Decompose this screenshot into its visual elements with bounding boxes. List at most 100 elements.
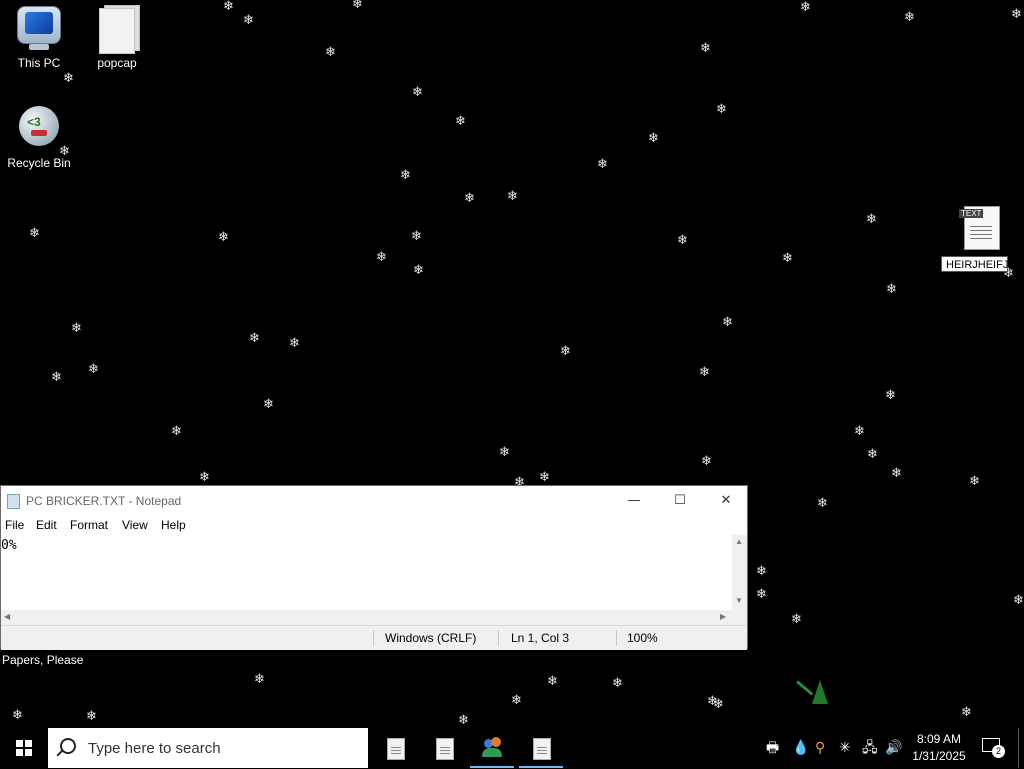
scroll-left-icon[interactable]: ◀ [4,612,10,621]
scroll-down-icon[interactable]: ▼ [735,596,743,605]
snowflake-icon: ❄ [511,693,522,708]
desktop-icon-recycle-bin[interactable]: <3 Recycle Bin [0,104,78,170]
taskbar-app-notepad[interactable] [517,728,565,768]
search-tool-icon[interactable]: ⚲ [815,739,825,757]
snowflake-icon: ❄ [756,564,767,579]
snowflake-icon: ❄ [961,705,972,720]
people-icon [482,737,502,757]
snowflake-icon: ❄ [289,336,300,351]
notification-center-button[interactable]: 2 [982,738,1005,758]
scroll-right-icon[interactable]: ▶ [720,612,726,621]
snowflake-icon: ❄ [199,470,210,485]
snowflake-icon: ❄ [699,365,710,380]
windows-logo-icon [16,740,32,756]
network-icon[interactable]: 🖧 [862,739,878,757]
snowflake-icon: ❄ [507,189,518,204]
snowflake-icon: ❄ [800,0,811,15]
snowflake-icon: ❄ [904,10,915,25]
snowflake-icon: ❄ [376,250,387,265]
snowflake-icon: ❄ [412,85,423,100]
snowflake-icon: ❄ [243,13,254,28]
snowflake-icon: ❄ [455,114,466,129]
desktop-icon-text-file[interactable]: TEXT [952,206,1012,250]
snowflake-icon: ❄ [756,587,767,602]
title-bar[interactable]: PC BRICKER.TXT - Notepad — ☐ ✕ [1,486,747,515]
notepad-icon [533,738,551,760]
folder-icon [93,4,141,54]
christmas-tree-icon [812,680,828,704]
snowflake-icon: ❄ [171,424,182,439]
snowflake-icon: ❄ [223,0,234,14]
snowflake-icon: ❄ [867,447,878,462]
status-bar: Windows (CRLF) Ln 1, Col 3 100% [1,625,747,650]
show-desktop-button[interactable] [1018,728,1019,768]
snowflake-icon: ❄ [411,229,422,244]
rename-field[interactable]: HEIRJHEIFJ [941,256,1008,272]
menu-edit[interactable]: Edit [36,518,57,532]
resize-grip[interactable] [732,610,747,625]
this-pc-icon [15,4,63,52]
desktop-icon-label: This PC [17,56,61,70]
menu-format[interactable]: Format [70,518,108,532]
clock[interactable]: 8:09 AM 1/31/2025 [900,731,978,765]
snowflake-icon: ❄ [263,397,274,412]
snowflake-icon: ❄ [891,466,902,481]
notepad-window: PC BRICKER.TXT - Notepad — ☐ ✕ File Edit… [0,485,748,650]
snowflake-icon: ❄ [458,713,469,728]
snowflake-icon: ❄ [539,470,550,485]
window-title: PC BRICKER.TXT - Notepad [26,494,182,508]
snowflake-icon: ❄ [854,424,865,439]
snowflake-icon: ❄ [249,331,260,346]
settings-burst-icon[interactable]: ✳ [839,739,851,757]
desktop-icon-this-pc[interactable]: This PC [0,4,78,70]
snowflake-icon: ❄ [400,168,411,183]
taskbar-app-people[interactable] [468,728,516,768]
notepad-icon [7,494,20,509]
text-editor[interactable]: 0% [1,535,732,610]
search-placeholder: Type here to search [88,740,221,757]
text-file-icon [387,738,405,760]
clock-date: 1/31/2025 [912,749,966,763]
menu-bar: File Edit Format View Help [1,515,747,535]
decoration-stick [796,680,814,696]
water-drop-icon[interactable]: 💧 [792,739,809,757]
taskbar-app-file-2[interactable] [420,728,468,768]
snowflake-icon: ❄ [716,102,727,117]
desktop-icon-label: popcap [97,56,137,70]
snowflake-icon: ❄ [12,708,23,723]
snowflake-icon: ❄ [885,388,896,403]
desktop-icon-label: Recycle Bin [7,156,71,170]
snowflake-icon: ❄ [597,157,608,172]
snowflake-icon: ❄ [464,191,475,206]
snowflake-icon: ❄ [325,45,336,60]
vertical-scrollbar[interactable]: ▲ ▼ [732,535,747,610]
start-button[interactable] [0,728,48,768]
snowflake-icon: ❄ [254,672,265,687]
printer-icon[interactable]: 🖶 [766,739,779,757]
snowflake-icon: ❄ [782,251,793,266]
horizontal-scrollbar[interactable]: ◀ ▶ [1,610,732,625]
snowflake-icon: ❄ [51,370,62,385]
status-cursor-position: Ln 1, Col 3 [511,631,570,645]
snowflake-icon: ❄ [547,674,558,689]
menu-help[interactable]: Help [161,518,186,532]
search-icon [60,738,76,754]
taskbar: Type here to search 🖶 💧 ⚲ ✳ 🖧 🔊 8:09 AM … [0,728,1024,768]
menu-view[interactable]: View [122,518,148,532]
scroll-up-icon[interactable]: ▲ [735,537,743,546]
desktop-icon-popcap[interactable]: popcap [78,4,156,70]
taskbar-app-file-1[interactable] [371,728,419,768]
search-box[interactable]: Type here to search [48,728,368,768]
snowflake-icon: ❄ [700,41,711,56]
maximize-button[interactable]: ☐ [657,486,703,515]
status-encoding: Windows (CRLF) [385,631,477,645]
minimize-button[interactable]: — [611,486,657,515]
snowflake-icon: ❄ [612,676,623,691]
desktop-caption: Papers, Please [2,653,84,667]
snowflake-icon: ❄ [218,230,229,245]
snowflake-icon: ❄ [713,697,724,712]
snowflake-icon: ❄ [71,321,82,336]
menu-file[interactable]: File [5,518,24,532]
snowflake-icon: ❄ [352,0,363,12]
close-button[interactable]: ✕ [703,486,749,515]
